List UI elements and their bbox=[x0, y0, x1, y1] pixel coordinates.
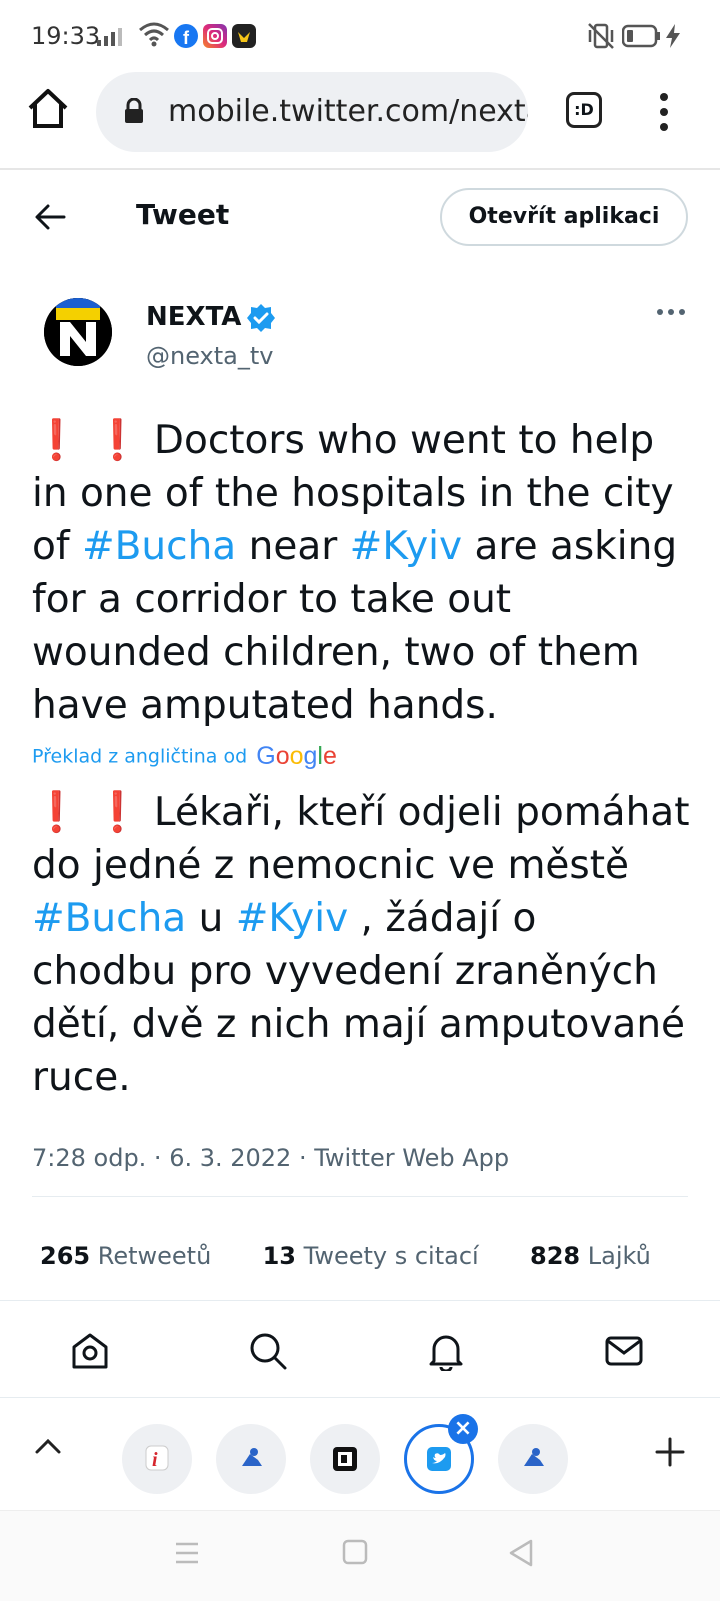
close-tab-icon[interactable]: × bbox=[448, 1414, 478, 1444]
page-title: Tweet bbox=[136, 198, 230, 231]
hashtag-link[interactable]: #Bucha bbox=[32, 896, 186, 941]
app-icon bbox=[232, 24, 256, 48]
lock-icon bbox=[125, 98, 143, 123]
wifi-icon bbox=[139, 22, 169, 47]
signal-icon bbox=[97, 28, 122, 46]
tab-thumbnail[interactable] bbox=[498, 1424, 568, 1494]
browser-tab-strip: i × bbox=[0, 1398, 720, 1510]
google-letter: o bbox=[275, 742, 290, 770]
avatar[interactable] bbox=[44, 298, 112, 366]
google-letter: g bbox=[303, 742, 318, 770]
tweet-timestamp[interactable]: 7:28 odp. · 6. 3. 2022 · Twitter Web App bbox=[32, 1144, 509, 1172]
search-icon[interactable] bbox=[248, 1331, 288, 1371]
vibrate-off-icon bbox=[588, 23, 614, 49]
retweets-label: Retweetů bbox=[97, 1242, 212, 1270]
new-tab-plus-icon[interactable] bbox=[654, 1436, 686, 1468]
facebook-icon: f bbox=[174, 24, 198, 48]
svg-text:i: i bbox=[152, 1449, 158, 1471]
tab-switcher-button[interactable]: :D bbox=[566, 92, 602, 128]
tweet-stats: 265 Retweetů 13 Tweety s citací 828 Lajk… bbox=[40, 1242, 651, 1270]
quotes-count: 13 bbox=[262, 1242, 296, 1270]
url-text[interactable]: mobile.twitter.com/nexta_tv bbox=[168, 94, 528, 129]
likes-count: 828 bbox=[530, 1242, 581, 1270]
translation-label: Překlad z angličtina od bbox=[32, 745, 248, 768]
twitter-bottom-nav bbox=[0, 1300, 720, 1398]
tweet-text-translated: ❗ ❗ Lékaři, kteří odjeli pomáhat do jedn… bbox=[32, 786, 692, 1104]
tweet-text-original: ❗ ❗ Doctors who went to help in one of t… bbox=[32, 414, 692, 732]
chevron-up-icon[interactable] bbox=[34, 1436, 62, 1456]
back-arrow-icon[interactable] bbox=[34, 200, 68, 234]
tab-thumbnail[interactable] bbox=[216, 1424, 286, 1494]
quotes-label: Tweety s citací bbox=[303, 1242, 479, 1270]
hashtag-link[interactable]: #Kyiv bbox=[236, 896, 348, 941]
google-logo: Google bbox=[256, 742, 337, 770]
retweets-count: 265 bbox=[40, 1242, 91, 1270]
system-home-icon[interactable] bbox=[342, 1539, 368, 1565]
browser-divider bbox=[0, 168, 720, 170]
status-bar: 19:33 f bbox=[0, 0, 720, 70]
tab-thumbnail[interactable]: i bbox=[122, 1424, 192, 1494]
charging-icon bbox=[666, 24, 680, 48]
google-letter: G bbox=[256, 742, 276, 770]
svg-text:f: f bbox=[183, 28, 190, 48]
open-app-button[interactable]: Otevřít aplikaci bbox=[440, 188, 688, 246]
tweet-text-segment: u bbox=[186, 896, 236, 941]
battery-icon bbox=[622, 24, 660, 48]
divider bbox=[32, 1196, 688, 1197]
browser-menu-icon[interactable] bbox=[654, 92, 674, 132]
verified-badge-icon bbox=[247, 304, 275, 332]
likes-label: Lajků bbox=[587, 1242, 651, 1270]
retweets-stat[interactable]: 265 Retweetů bbox=[40, 1242, 211, 1270]
messages-icon[interactable] bbox=[604, 1331, 644, 1371]
more-options-icon[interactable] bbox=[656, 306, 686, 318]
author-handle[interactable]: @nexta_tv bbox=[146, 342, 274, 370]
quotes-stat[interactable]: 13 Tweety s citací bbox=[263, 1242, 479, 1270]
recent-apps-icon[interactable] bbox=[174, 1541, 200, 1565]
home-icon[interactable] bbox=[70, 1331, 110, 1371]
translation-attribution[interactable]: Překlad z angličtina od Google bbox=[32, 742, 337, 774]
google-letter: o bbox=[289, 742, 304, 770]
tweet-text-segment: ❗ ❗ Lékaři, kteří odjeli pomáhat do jedn… bbox=[32, 790, 690, 888]
instagram-icon bbox=[203, 24, 227, 48]
author-name[interactable]: NEXTA bbox=[146, 302, 241, 332]
likes-stat[interactable]: 828 Lajků bbox=[530, 1242, 651, 1270]
hashtag-link[interactable]: #Kyiv bbox=[350, 524, 462, 569]
browser-home-icon[interactable] bbox=[26, 86, 70, 130]
system-back-icon[interactable] bbox=[508, 1539, 534, 1567]
status-time: 19:33 bbox=[31, 22, 101, 50]
system-nav-bar bbox=[0, 1510, 720, 1601]
tweet-text-segment: near bbox=[236, 524, 350, 569]
tab-thumbnail[interactable] bbox=[310, 1424, 380, 1494]
url-bar[interactable]: mobile.twitter.com/nexta_tv bbox=[96, 72, 528, 152]
hashtag-link[interactable]: #Bucha bbox=[82, 524, 236, 569]
notifications-bell-icon[interactable] bbox=[426, 1331, 466, 1371]
google-letter: e bbox=[322, 742, 337, 770]
